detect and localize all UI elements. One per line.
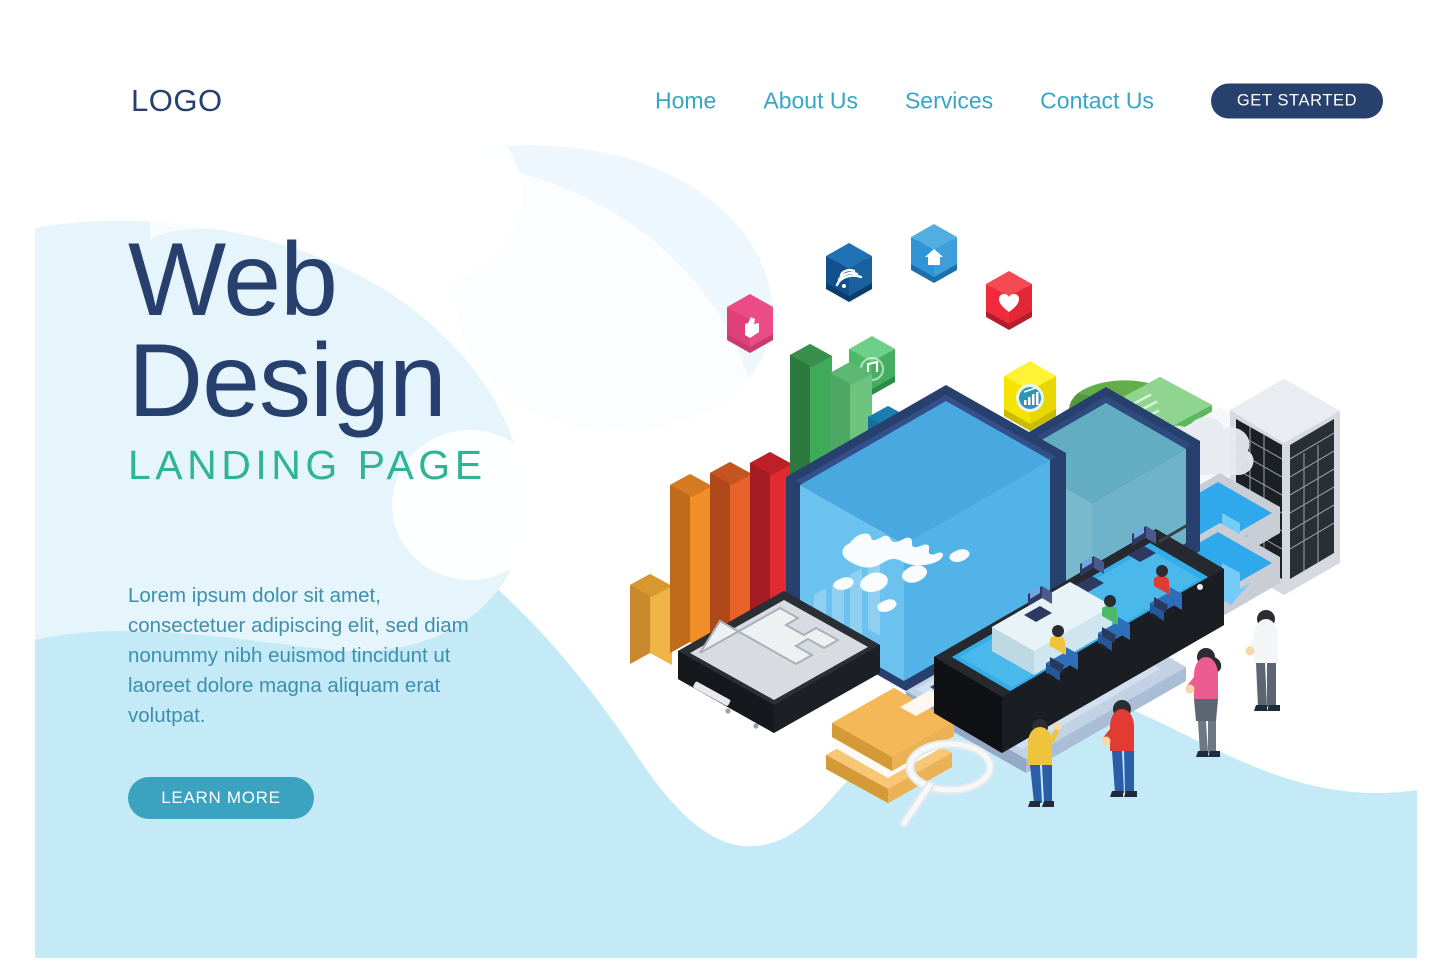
get-started-button[interactable]: GET STARTED <box>1211 83 1383 119</box>
nav-item-contact-us[interactable]: Contact Us <box>1040 88 1154 115</box>
floating-icon-thumbs-up <box>727 294 773 353</box>
hero-description: Lorem ipsum dolor sit amet, consectetuer… <box>128 583 469 728</box>
site-header: LOGO Home About Us Services Contact Us G… <box>0 62 1452 140</box>
floating-icon-heart <box>986 271 1032 330</box>
brand-logo[interactable]: LOGO <box>131 83 223 119</box>
person-pink-shirt <box>1185 648 1222 757</box>
floating-icon-wifi <box>826 243 872 302</box>
tablet-camera <box>1197 584 1203 590</box>
page-title-line-1: Web <box>128 222 338 338</box>
person-white-shirt <box>1245 610 1280 711</box>
nav-item-about-us[interactable]: About Us <box>763 88 858 115</box>
hero-copy-block: Web Design LANDING PAGE Lorem ipsum dolo… <box>128 222 548 820</box>
person-yellow-shirt <box>1028 719 1062 807</box>
page-title-line-2: Design <box>128 322 447 439</box>
learn-more-button[interactable]: LEARN MORE <box>128 777 314 820</box>
main-navigation: Home About Us Services Contact Us <box>655 88 1154 115</box>
page-subtitle: LANDING PAGE <box>128 441 487 488</box>
landing-page-root: LOGO Home About Us Services Contact Us G… <box>0 0 1452 980</box>
hero-illustration <box>630 224 1340 828</box>
floating-icon-analytics <box>1004 361 1056 431</box>
nav-item-services[interactable]: Services <box>905 88 993 115</box>
nav-item-home[interactable]: Home <box>655 88 716 115</box>
floating-icon-home <box>911 224 957 283</box>
page-title: Web Design <box>128 222 548 439</box>
